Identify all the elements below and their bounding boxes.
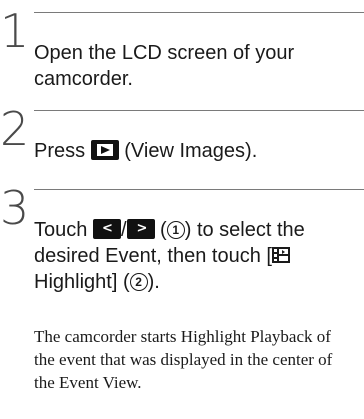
callout-marker-1: 1: [166, 221, 185, 239]
step-1-text: Open the LCD screen of your camcorder.: [34, 42, 295, 90]
step-number: 3: [0, 181, 30, 235]
step-number: 2: [0, 102, 30, 156]
step-2-view-images: (View Images).: [124, 140, 258, 162]
step-2-text: Press (View Images).: [34, 138, 358, 164]
highlight-film-icon: [271, 245, 290, 263]
slash: /: [120, 219, 127, 241]
step-3-touch: Touch: [34, 219, 88, 241]
step-3-end: ).: [147, 271, 160, 293]
callout-marker-2: 2: [129, 273, 148, 291]
previous-event-icon: <: [92, 219, 121, 239]
page: { "steps": [ {"number": "1", "text": "Op…: [0, 0, 364, 419]
step-divider: [34, 12, 364, 13]
step-3-text: Touch < / > (1) to select the desired Even…: [34, 219, 305, 293]
step-divider: [34, 110, 364, 111]
highlight-label: Highlight: [34, 271, 112, 293]
step-divider: [34, 189, 364, 190]
step-number: 1: [0, 4, 30, 58]
step-3-note: The camcorder starts Highlight Playback …: [34, 327, 333, 392]
next-event-icon: >: [126, 219, 155, 239]
step-2-press: Press: [34, 140, 86, 162]
view-images-icon: [90, 140, 119, 160]
